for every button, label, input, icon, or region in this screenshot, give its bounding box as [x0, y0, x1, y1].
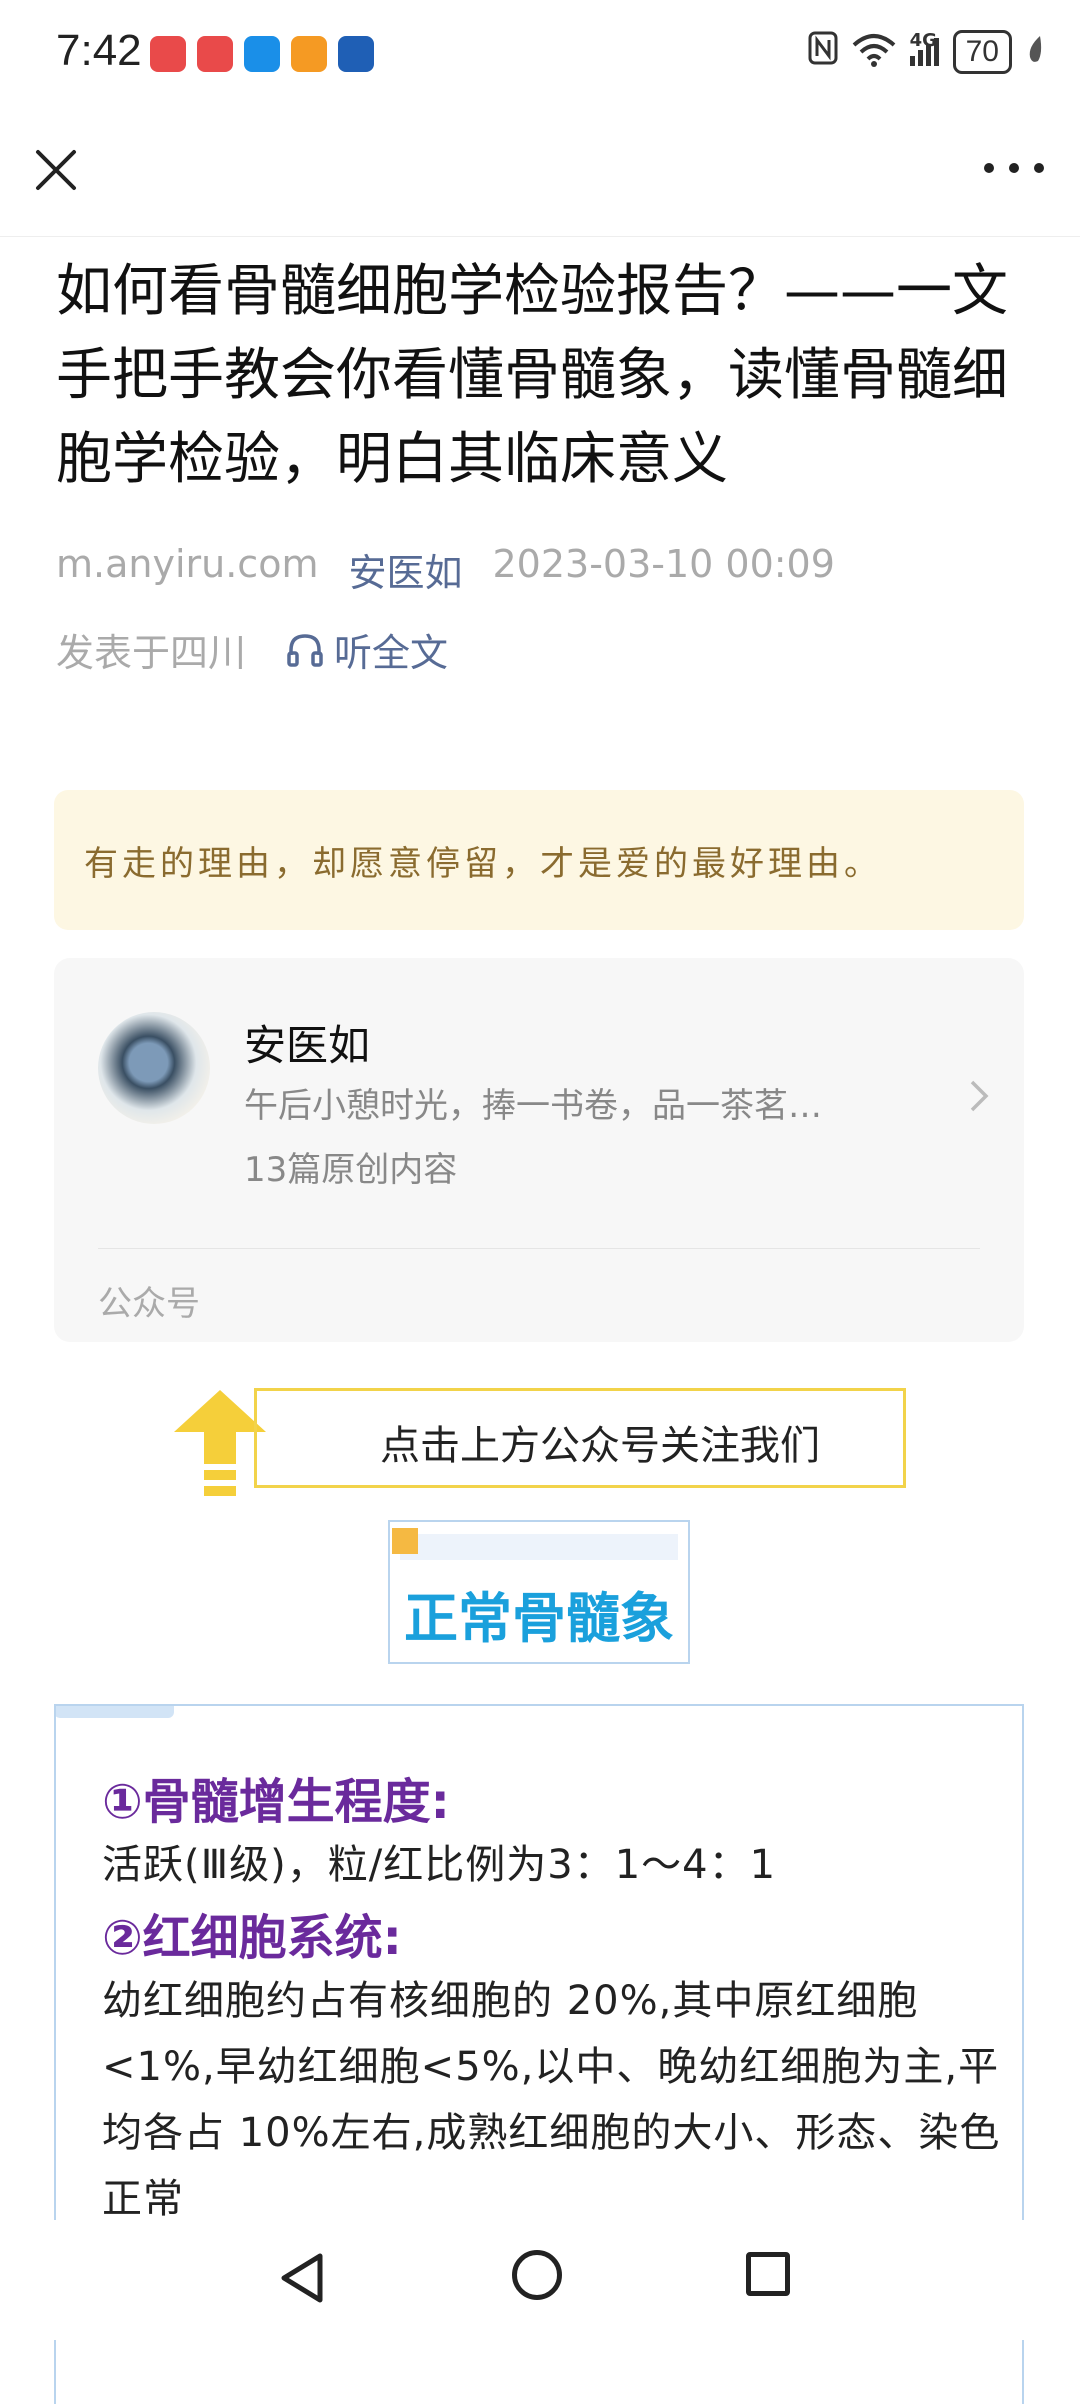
content-heading: ①骨髓增生程度:: [102, 1774, 450, 1830]
content-heading: ②红细胞系统:: [102, 1910, 402, 1966]
section-header: 正常骨髓象: [388, 1520, 690, 1664]
cellular-signal-icon: 4G: [909, 30, 939, 66]
content-box-decoration: [56, 1706, 174, 1718]
account-link[interactable]: 安医如: [348, 542, 462, 597]
system-navigation-bar: [0, 2220, 1080, 2340]
power-saving-icon: [1026, 35, 1044, 69]
more-icon[interactable]: [984, 158, 1044, 178]
account-type-label: 公众号: [98, 1284, 200, 1324]
article-meta-2: 发表于四川 听全文: [56, 622, 448, 677]
chevron-right-icon: [968, 1078, 990, 1124]
back-icon[interactable]: [278, 2250, 328, 2310]
article-meta: m.anyiru.com 安医如 2023-03-10 00:09: [56, 542, 835, 597]
publish-date: 2023-03-10 00:09: [492, 542, 835, 586]
status-time: 7:42: [56, 26, 142, 75]
section-header-square: [392, 1528, 418, 1554]
listen-button[interactable]: 听全文: [286, 622, 448, 677]
article-domain: m.anyiru.com: [56, 542, 319, 586]
follow-box: 点击上方公众号关注我们: [254, 1388, 906, 1488]
section-header-bar: [400, 1534, 678, 1560]
publish-location: 发表于四川: [56, 631, 247, 675]
close-icon[interactable]: [28, 142, 84, 198]
divider: [98, 1248, 980, 1249]
home-icon[interactable]: [512, 2250, 562, 2300]
car-app-icon: [338, 36, 374, 72]
follow-text: 点击上方公众号关注我们: [380, 1423, 820, 1469]
section-title: 正常骨髓象: [404, 1587, 674, 1650]
wifi-icon: [852, 33, 896, 71]
status-indicators: 4G 70: [808, 30, 1044, 74]
follow-banner: 点击上方公众号关注我们: [170, 1386, 910, 1506]
content-text: 幼红细胞约占有核细胞的 20%,其中原红细胞<1%,早幼红细胞<5%,以中、晚幼…: [102, 1978, 1001, 2222]
account-card[interactable]: 安医如 午后小憩时光，捧一书卷，品一茶茗… 13篇原创内容 公众号: [54, 958, 1024, 1342]
search-app-icon: [244, 36, 280, 72]
network-type: 4G: [909, 30, 937, 51]
article-title: 如何看骨髓细胞学检验报告？——一文手把手教会你看懂骨髓象，读懂骨髓细胞学检验，明…: [56, 259, 1008, 492]
account-description: 午后小憩时光，捧一书卷，品一茶茗…: [244, 1086, 822, 1126]
recent-apps-icon[interactable]: [746, 2252, 790, 2296]
huawei-app-icon: [150, 36, 186, 72]
account-name: 安医如: [244, 1021, 371, 1070]
notification-icons: [150, 36, 374, 72]
top-nav-bar: [0, 120, 1080, 237]
headphones-icon: [287, 633, 323, 667]
video-app-icon: [291, 36, 327, 72]
nfc-icon: [808, 31, 838, 74]
listen-label: 听全文: [334, 631, 449, 675]
avatar: [98, 1012, 210, 1124]
battery-level: 70: [952, 30, 1012, 74]
quote-text: 有走的理由，却愿意停留，才是爱的最好理由。: [84, 844, 882, 884]
status-bar: 7:42 4G 70: [0, 0, 1080, 110]
quote-box: 有走的理由，却愿意停留，才是爱的最好理由。: [54, 790, 1024, 930]
article-count: 13篇原创内容: [244, 1150, 458, 1190]
huawei-app-icon: [197, 36, 233, 72]
content-text: 活跃(Ⅲ级)，粒/红比例为3：1～4：1: [102, 1842, 777, 1888]
